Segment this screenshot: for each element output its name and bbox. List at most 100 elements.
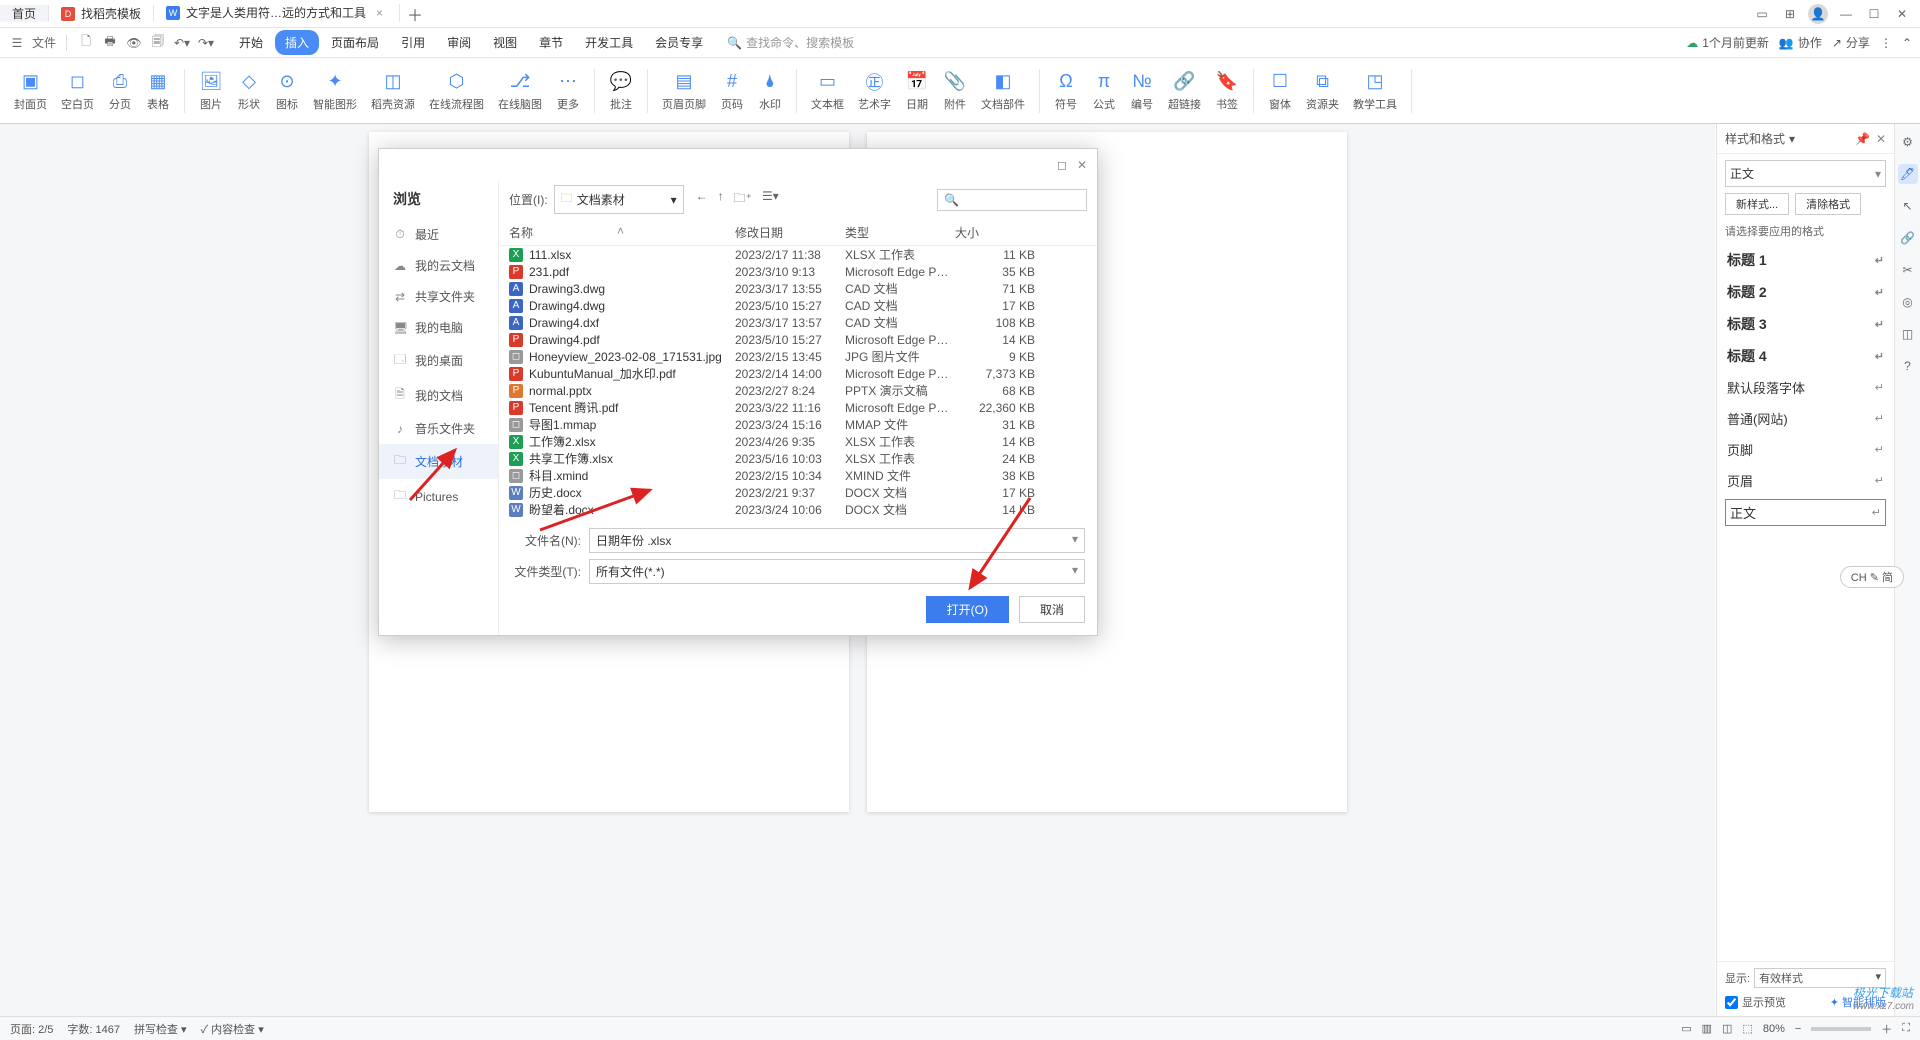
style-标题 3[interactable]: 标题 3↵: [1725, 311, 1886, 337]
file-row[interactable]: X工作簿2.xlsx2023/4/26 9:35XLSX 工作表14 KB: [499, 433, 1097, 450]
zoom-in-icon[interactable]: ＋: [1881, 1021, 1892, 1037]
ribbon-tab[interactable]: 章节: [529, 30, 573, 55]
ribbon-文本框[interactable]: ▭文本框: [807, 70, 848, 112]
view-icon[interactable]: ◫: [1722, 1022, 1732, 1035]
ribbon-超链接[interactable]: 🔗超链接: [1164, 70, 1205, 112]
pin-icon[interactable]: 📌: [1855, 132, 1870, 146]
link-icon[interactable]: 🔗: [1898, 228, 1918, 248]
current-style-select[interactable]: 正文▾: [1725, 160, 1886, 187]
copy-icon[interactable]: 🗐: [149, 34, 167, 52]
sidebar-文档素材[interactable]: 🗀文档素材: [379, 444, 498, 479]
up-icon[interactable]: ↑: [718, 189, 724, 210]
ribbon-tab[interactable]: 插入: [275, 30, 319, 55]
file-row[interactable]: PDrawing4.pdf2023/5/10 15:27Microsoft Ed…: [499, 331, 1097, 348]
style-icon[interactable]: 🖊: [1898, 164, 1918, 184]
page-indicator[interactable]: 页面: 2/5: [10, 1021, 53, 1037]
tab-home[interactable]: 首页: [0, 5, 49, 22]
zoom-slider[interactable]: [1811, 1027, 1871, 1031]
newfolder-icon[interactable]: 🗀⁺: [734, 189, 752, 210]
menu-icon[interactable]: ☰: [8, 34, 26, 52]
file-row[interactable]: PKubuntuManual_加水印.pdf2023/2/14 14:00Mic…: [499, 365, 1097, 382]
save-icon[interactable]: 🗋: [77, 34, 95, 52]
close-icon[interactable]: ✕: [1892, 4, 1912, 24]
cloud-sync[interactable]: ☁1个月前更新: [1686, 34, 1769, 51]
ribbon-分页[interactable]: ⎙分页: [104, 70, 136, 112]
ribbon-教学工具[interactable]: ◳教学工具: [1349, 70, 1401, 112]
maximize-icon[interactable]: ☐: [1864, 4, 1884, 24]
style-正文[interactable]: 正文↵: [1725, 499, 1886, 526]
ribbon-图标[interactable]: ⊙图标: [271, 70, 303, 112]
ribbon-附件[interactable]: 📎附件: [939, 70, 971, 112]
preview-checkbox[interactable]: [1725, 996, 1738, 1009]
kebab-icon[interactable]: ⋮: [1880, 36, 1892, 50]
file-menu[interactable]: 文件: [32, 34, 56, 51]
ribbon-智能图形[interactable]: ✦智能图形: [309, 70, 361, 112]
chevron-up-icon[interactable]: ⌃: [1902, 36, 1912, 50]
search-box[interactable]: 🔍 查找命令、搜索模板: [727, 34, 854, 51]
contentcheck[interactable]: ✓ 内容检查 ▾: [201, 1021, 264, 1037]
sidebar-我的云文档[interactable]: ☁我的云文档: [379, 250, 498, 281]
tab-templates[interactable]: D 找稻壳模板: [49, 5, 154, 22]
ribbon-批注[interactable]: 💬批注: [605, 70, 637, 112]
ribbon-图片[interactable]: 🖼图片: [195, 70, 227, 112]
file-row[interactable]: ADrawing4.dxf2023/3/17 13:57CAD 文档108 KB: [499, 314, 1097, 331]
ribbon-表格[interactable]: ▦表格: [142, 70, 174, 112]
sidebar-我的文档[interactable]: 🗎我的文档: [379, 378, 498, 413]
view-icon[interactable]: ☰▾: [762, 189, 779, 210]
sidebar-音乐文件夹[interactable]: ♪音乐文件夹: [379, 413, 498, 444]
ribbon-稻壳资源[interactable]: ◫稻壳资源: [367, 70, 419, 112]
ribbon-符号[interactable]: Ω符号: [1050, 70, 1082, 112]
preview-icon[interactable]: 👁: [125, 34, 143, 52]
ribbon-页码[interactable]: #页码: [716, 70, 748, 112]
file-row[interactable]: P231.pdf2023/3/10 9:13Microsoft Edge PD.…: [499, 263, 1097, 280]
file-list-header[interactable]: 名称˄ 修改日期 类型 大小: [499, 218, 1097, 246]
style-页脚[interactable]: 页脚↵: [1725, 437, 1886, 462]
ribbon-封面页[interactable]: ▣封面页: [10, 70, 51, 112]
redo-icon[interactable]: ↷▾: [197, 34, 215, 52]
sidebar-我的电脑[interactable]: 🖥我的电脑: [379, 312, 498, 343]
style-页眉[interactable]: 页眉↵: [1725, 468, 1886, 493]
file-row[interactable]: ◻科目.xmind2023/2/15 10:34XMIND 文件38 KB: [499, 467, 1097, 484]
share-btn[interactable]: ↗分享: [1832, 34, 1870, 51]
ribbon-页眉页脚[interactable]: ▤页眉页脚: [658, 70, 710, 112]
tab-add[interactable]: ＋: [400, 2, 430, 26]
clear-format-button[interactable]: 清除格式: [1795, 193, 1861, 215]
file-row[interactable]: W盼望着.docx2023/3/24 10:06DOCX 文档14 KB: [499, 501, 1097, 518]
ribbon-公式[interactable]: π公式: [1088, 70, 1120, 112]
ribbon-tab[interactable]: 开发工具: [575, 30, 643, 55]
sidebar-共享文件夹[interactable]: ⇄共享文件夹: [379, 281, 498, 312]
style-标题 2[interactable]: 标题 2↵: [1725, 279, 1886, 305]
undo-icon[interactable]: ↶▾: [173, 34, 191, 52]
help-icon[interactable]: ?: [1898, 356, 1918, 376]
sidebar-我的桌面[interactable]: 🗔我的桌面: [379, 343, 498, 378]
minimize-icon[interactable]: —: [1836, 4, 1856, 24]
sidebar-最近[interactable]: ⏱最近: [379, 219, 498, 250]
file-row[interactable]: ADrawing3.dwg2023/3/17 13:55CAD 文档71 KB: [499, 280, 1097, 297]
layer-icon[interactable]: ◫: [1898, 324, 1918, 344]
ribbon-在线流程图[interactable]: ⬡在线流程图: [425, 70, 488, 112]
ribbon-资源夹[interactable]: ⧉资源夹: [1302, 70, 1343, 112]
spellcheck[interactable]: 拼写检查 ▾: [134, 1021, 187, 1037]
view-icon[interactable]: ▭: [1681, 1022, 1691, 1035]
ribbon-tab[interactable]: 开始: [229, 30, 273, 55]
fullscreen-icon[interactable]: ⛶: [1902, 1022, 1910, 1035]
dialog-close-icon[interactable]: ✕: [1077, 158, 1087, 172]
ribbon-tab[interactable]: 会员专享: [645, 30, 713, 55]
ribbon-tab[interactable]: 页面布局: [321, 30, 389, 55]
ime-indicator[interactable]: CH ✎ 简: [1840, 566, 1904, 588]
zoom-level[interactable]: 80%: [1763, 1023, 1785, 1035]
style-默认段落字体[interactable]: 默认段落字体↵: [1725, 375, 1886, 400]
filetype-select[interactable]: 所有文件(*.*)▾: [589, 559, 1085, 584]
ribbon-tab[interactable]: 审阅: [437, 30, 481, 55]
avatar-icon[interactable]: 👤: [1808, 4, 1828, 24]
new-style-button[interactable]: 新样式...: [1725, 193, 1789, 215]
panel-close-icon[interactable]: ✕: [1876, 132, 1886, 146]
style-标题 1[interactable]: 标题 1↵: [1725, 247, 1886, 273]
dialog-search[interactable]: 🔍: [937, 189, 1087, 211]
file-row[interactable]: ◻Honeyview_2023-02-08_171531.jpg2023/2/1…: [499, 348, 1097, 365]
word-count[interactable]: 字数: 1467: [67, 1021, 120, 1037]
ribbon-日期[interactable]: 📅日期: [901, 70, 933, 112]
select-icon[interactable]: ↖: [1898, 196, 1918, 216]
dialog-restore-icon[interactable]: ◻: [1057, 158, 1067, 172]
ribbon-空白页[interactable]: ◻空白页: [57, 70, 98, 112]
